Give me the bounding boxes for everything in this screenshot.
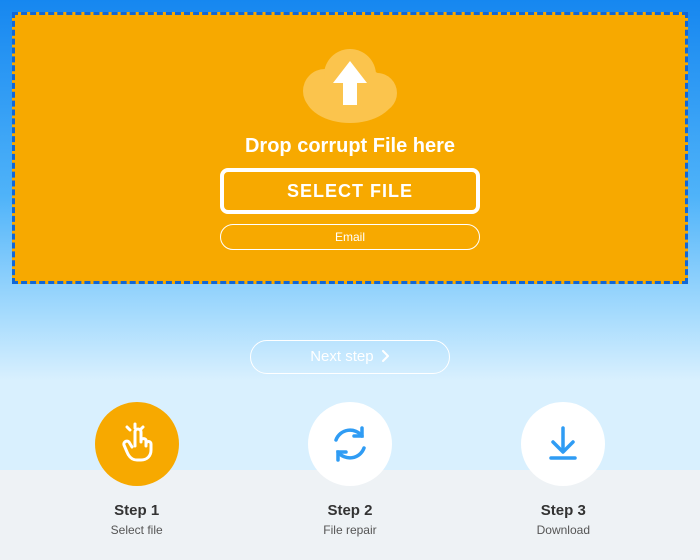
refresh-icon xyxy=(308,402,392,486)
chevron-right-icon xyxy=(382,349,390,366)
upload-cloud-icon xyxy=(295,43,405,123)
file-dropzone[interactable]: Drop corrupt File here SELECT FILE xyxy=(12,12,688,284)
select-file-button[interactable]: SELECT FILE xyxy=(220,168,480,214)
step-3[interactable]: Step 3 Download xyxy=(493,402,633,537)
download-icon xyxy=(521,402,605,486)
email-input[interactable] xyxy=(220,224,480,250)
dropzone-label: Drop corrupt File here xyxy=(245,135,455,158)
step-title: Step 2 xyxy=(327,502,372,519)
step-subtitle: File repair xyxy=(323,523,376,537)
step-subtitle: Download xyxy=(537,523,590,537)
step-title: Step 3 xyxy=(541,502,586,519)
step-subtitle: Select file xyxy=(111,523,163,537)
next-step-label: Next step xyxy=(310,348,373,365)
step-2[interactable]: Step 2 File repair xyxy=(280,402,420,537)
step-title: Step 1 xyxy=(114,502,159,519)
steps-row: Step 1 Select file Step 2 File repair xyxy=(0,402,700,537)
pointer-hand-icon xyxy=(95,402,179,486)
step-1[interactable]: Step 1 Select file xyxy=(67,402,207,537)
next-step-button[interactable]: Next step xyxy=(250,340,450,374)
